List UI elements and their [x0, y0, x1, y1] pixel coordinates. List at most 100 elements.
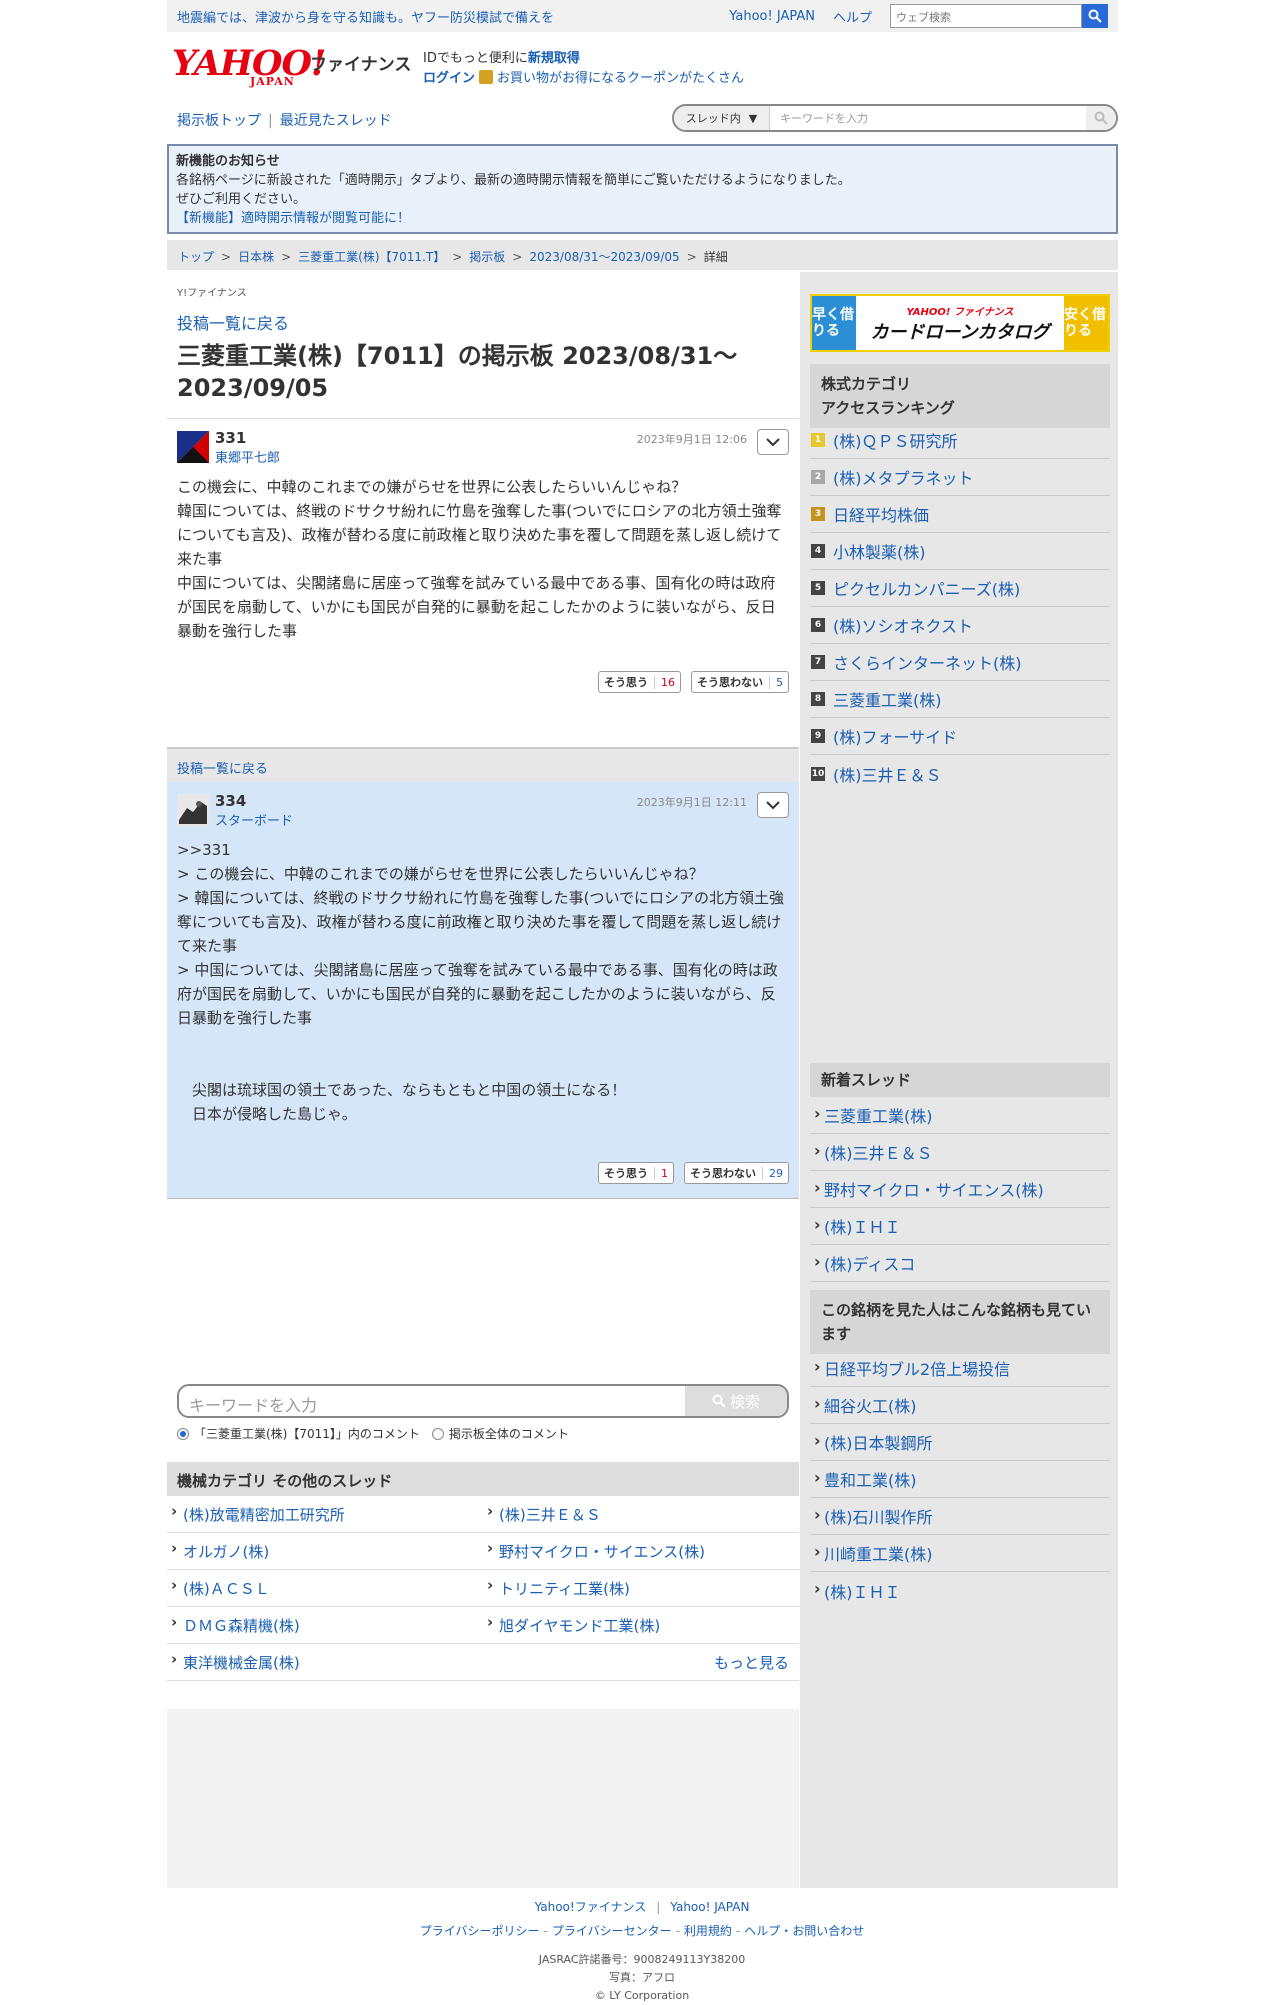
footer-privacy-policy[interactable]: プライバシーポリシー: [420, 1924, 540, 1938]
footer-finance-link[interactable]: Yahoo!ファイナンス: [535, 1900, 647, 1914]
login-link[interactable]: ログイン: [423, 71, 475, 86]
page-title: 三菱重工業(株)【7011】の掲示板 2023/08/31〜2023/09/05: [177, 342, 738, 402]
coupon-link[interactable]: お買い物がお得になるクーポンがたくさん: [497, 71, 744, 86]
back-to-list-link[interactable]: 投稿一覧に戻る: [177, 310, 289, 334]
category-thread-link[interactable]: 東洋機械金属(株): [167, 1650, 483, 1673]
footer-privacy-center[interactable]: プライバシーセンター: [552, 1924, 672, 1938]
ranking-item[interactable]: 8 三菱重工業(株): [810, 681, 1110, 718]
agree-button[interactable]: そう思う 16: [598, 671, 681, 693]
category-thread-link[interactable]: 野村マイクロ・サイエンス(株): [483, 1539, 799, 1562]
category-thread-grid: (株)放電精密加工研究所(株)三井Ｅ＆Ｓ オルガノ(株)野村マイクロ・サイエンス…: [167, 1496, 799, 1681]
post-menu-button[interactable]: [757, 429, 789, 455]
card-loan-ad[interactable]: 早く借りる YAHOO! ファイナンス カードローンカタログ 安く借りる: [810, 294, 1110, 352]
crumb-period[interactable]: 2023/08/31〜2023/09/05: [529, 250, 679, 264]
category-thread-link[interactable]: (株)三井Ｅ＆Ｓ: [483, 1502, 799, 1525]
crumb-top[interactable]: トップ: [178, 250, 214, 264]
ad-title: カードローンカタログ: [870, 321, 1050, 343]
finance-label[interactable]: ファイナンス: [310, 50, 411, 75]
new-feature-notice: 新機能のお知らせ 各銘柄ページに新設された「適時開示」タブより、最新の適時開示情…: [167, 144, 1118, 234]
yahoo-logo[interactable]: YAHOO! JAPAN: [172, 46, 326, 87]
ad-right-badge: 安く借りる: [1064, 296, 1108, 350]
post-date: 2023年9月1日 12:06: [636, 433, 747, 446]
radio-this-stock[interactable]: 「三菱重工業(株)【7011】」内のコメント: [177, 1425, 420, 1442]
category-thread-link[interactable]: (株)放電精密加工研究所: [167, 1502, 483, 1525]
post-user[interactable]: 東郷平七郎: [215, 447, 280, 466]
category-thread-link[interactable]: オルガノ(株): [167, 1539, 483, 1562]
disagree-button[interactable]: そう思わない 29: [684, 1162, 789, 1184]
back-to-list-link-2[interactable]: 投稿一覧に戻る: [177, 762, 268, 777]
web-search-input[interactable]: ウェブ検索: [890, 4, 1082, 28]
promo-link[interactable]: 地震編では、津波から身を守る知識も。ヤフー防災模試で備えを: [177, 7, 729, 26]
ranking-item[interactable]: 9 (株)フォーサイド: [810, 718, 1110, 755]
web-search-button[interactable]: [1082, 4, 1108, 28]
post-body: >>331 > この機会に、中韓のこれまでの嫌がらせを世界に公表したらいいんじゃ…: [177, 841, 784, 1123]
new-threads-header: 新着スレッド: [810, 1063, 1110, 1097]
ranking-header: 株式カテゴリ アクセスランキング: [810, 364, 1110, 428]
also-viewed-link[interactable]: (株)日本製鋼所: [810, 1424, 1110, 1461]
ranking-item[interactable]: 2 (株)メタプラネット: [810, 459, 1110, 496]
search-scope-select[interactable]: スレッド内 ▼: [674, 106, 770, 130]
footer-yahoo-link[interactable]: Yahoo! JAPAN: [670, 1900, 749, 1914]
crumb-board[interactable]: 掲示板: [469, 250, 505, 264]
sidebar: 早く借りる YAHOO! ファイナンス カードローンカタログ 安く借りる 株式カ…: [800, 272, 1118, 1888]
comment-search-button[interactable]: 検索: [685, 1386, 787, 1416]
also-viewed-link[interactable]: 細谷火工(株): [810, 1387, 1110, 1424]
yf-small-logo: Y!ファイナンス: [177, 288, 247, 299]
also-viewed-link[interactable]: (株)石川製作所: [810, 1498, 1110, 1535]
avatar[interactable]: [177, 794, 209, 826]
thread-search-button[interactable]: [1086, 106, 1116, 130]
search-scope-radios: 「三菱重工業(株)【7011】」内のコメント 掲示板全体のコメント: [177, 1425, 569, 1442]
category-thread-link[interactable]: 旭ダイヤモンド工業(株): [483, 1613, 799, 1636]
ranking-item[interactable]: 7 さくらインターネット(株): [810, 644, 1110, 681]
new-thread-link[interactable]: 三菱重工業(株): [810, 1097, 1110, 1134]
ranking-item[interactable]: 10 (株)三井Ｅ＆Ｓ: [810, 755, 1110, 792]
crumb-stock[interactable]: 三菱重工業(株)【7011.T】: [298, 250, 445, 264]
board-top-link[interactable]: 掲示板トップ: [177, 113, 261, 129]
category-thread-link[interactable]: トリニティ工業(株): [483, 1576, 799, 1599]
main-content: Y!ファイナンス 投稿一覧に戻る 三菱重工業(株)【7011】の掲示板 2023…: [167, 272, 799, 1888]
post-body: この機会に、中韓のこれまでの嫌がらせを世界に公表したらいいんじゃね？ 韓国につい…: [177, 478, 782, 640]
signup-link[interactable]: 新規取得: [528, 51, 580, 66]
recent-threads-link[interactable]: 最近見たスレッド: [280, 113, 392, 129]
also-viewed-link[interactable]: 日経平均ブル2倍上場投信: [810, 1350, 1110, 1387]
agree-button[interactable]: そう思う 1: [598, 1162, 674, 1184]
avatar[interactable]: [177, 431, 209, 463]
disagree-button[interactable]: そう思わない 5: [691, 671, 789, 693]
post-number[interactable]: 331: [215, 429, 246, 447]
crumb-japan-stocks[interactable]: 日本株: [238, 250, 274, 264]
footer-terms[interactable]: 利用規約: [684, 1924, 732, 1938]
comment-search-input[interactable]: キーワードを入力: [179, 1386, 685, 1416]
vote-buttons: そう思う 16 そう思わない 5: [598, 671, 789, 693]
notice-line1: 各銘柄ページに新設された「適時開示」タブより、最新の適時開示情報を簡単にご覧いた…: [176, 173, 851, 188]
post-menu-button[interactable]: [757, 792, 789, 818]
ranking-item[interactable]: 3 日経平均株価: [810, 496, 1110, 533]
ranking-item[interactable]: 6 (株)ソシオネクスト: [810, 607, 1110, 644]
footer-help[interactable]: ヘルプ・お問い合わせ: [744, 1924, 864, 1938]
also-viewed-link[interactable]: (株)ＩＨＩ: [810, 1572, 1110, 1609]
site-footer: Yahoo!ファイナンス | Yahoo! JAPAN プライバシーポリシー - プライ…: [0, 1895, 1284, 2005]
also-viewed-link[interactable]: 豊和工業(株): [810, 1461, 1110, 1498]
back-bar: 投稿一覧に戻る: [167, 747, 799, 782]
post-user[interactable]: スターボード: [215, 810, 293, 829]
thread-search-input[interactable]: キーワードを入力: [770, 110, 1086, 126]
also-viewed-link[interactable]: 川崎重工業(株): [810, 1535, 1110, 1572]
category-thread-link[interactable]: (株)ＡＣＳＬ: [167, 1576, 483, 1599]
more-link[interactable]: もっと見る: [714, 1652, 799, 1673]
new-thread-link[interactable]: 野村マイクロ・サイエンス(株): [810, 1171, 1110, 1208]
nav-separator: |: [268, 113, 273, 129]
help-link[interactable]: ヘルプ: [833, 7, 872, 26]
new-thread-link[interactable]: (株)ＩＨＩ: [810, 1208, 1110, 1245]
new-thread-link[interactable]: (株)ディスコ: [810, 1245, 1110, 1282]
ad-area: [167, 1709, 799, 1888]
yahoo-japan-link[interactable]: Yahoo! JAPAN: [729, 9, 815, 24]
thread-search: スレッド内 ▼ キーワードを入力: [672, 104, 1118, 132]
notice-link[interactable]: 【新機能】適時開示情報が閲覧可能に！: [176, 209, 1109, 228]
post-number[interactable]: 334: [215, 792, 246, 810]
ranking-item[interactable]: 4 小林製薬(株): [810, 533, 1110, 570]
ranking-item[interactable]: 5 ピクセルカンパニーズ(株): [810, 570, 1110, 607]
new-thread-link[interactable]: (株)三井Ｅ＆Ｓ: [810, 1134, 1110, 1171]
ranking-item[interactable]: 1 (株)ＱＰＳ研究所: [810, 422, 1110, 459]
category-thread-link[interactable]: ＤＭＧ森精機(株): [167, 1613, 483, 1636]
radio-all-boards[interactable]: 掲示板全体のコメント: [431, 1425, 569, 1442]
vote-buttons: そう思う 1 そう思わない 29: [598, 1162, 789, 1184]
